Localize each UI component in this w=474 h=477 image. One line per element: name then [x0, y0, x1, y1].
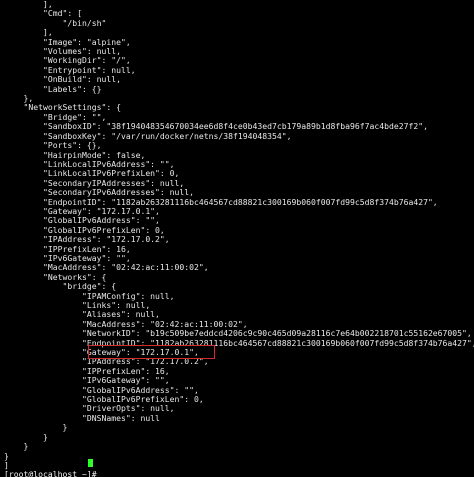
terminal-line: }: [4, 450, 9, 461]
terminal-output: ], "Cmd": [ "/bin/sh" ], "Image": "alpin…: [4, 0, 474, 477]
terminal-cursor: [88, 459, 93, 467]
terminal-window[interactable]: ], "Cmd": [ "/bin/sh" ], "Image": "alpin…: [0, 0, 474, 477]
terminal-line: }: [4, 422, 68, 433]
terminal-line: "DNSNames": null: [4, 412, 160, 423]
terminal-line: "Labels": {}: [4, 83, 102, 94]
terminal-line: "/bin/sh": [4, 17, 107, 28]
terminal-line: }: [4, 431, 48, 442]
terminal-line: }: [4, 441, 29, 452]
shell-prompt: [root@localhost ~]#: [4, 469, 102, 477]
